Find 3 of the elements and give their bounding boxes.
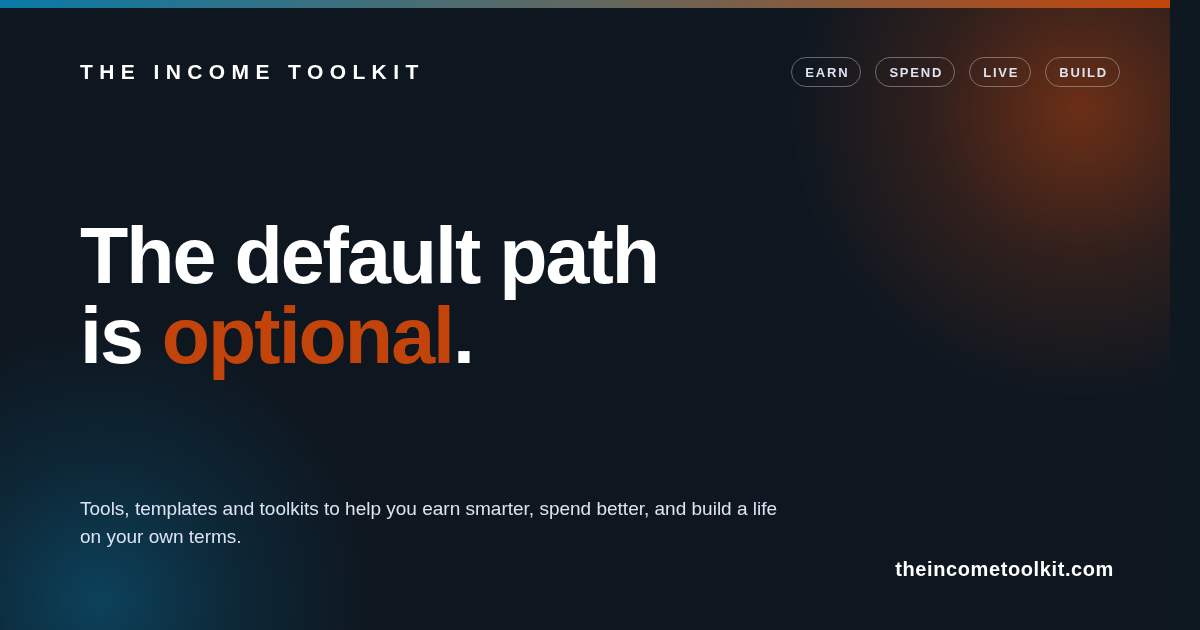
brand-title: THE INCOME TOOLKIT: [80, 60, 425, 84]
domain-text: theincometoolkit.com: [895, 557, 1114, 581]
subtitle: Tools, templates and toolkits to help you earn smarter, spend better, and build a life on your own terms.: [80, 497, 779, 549]
